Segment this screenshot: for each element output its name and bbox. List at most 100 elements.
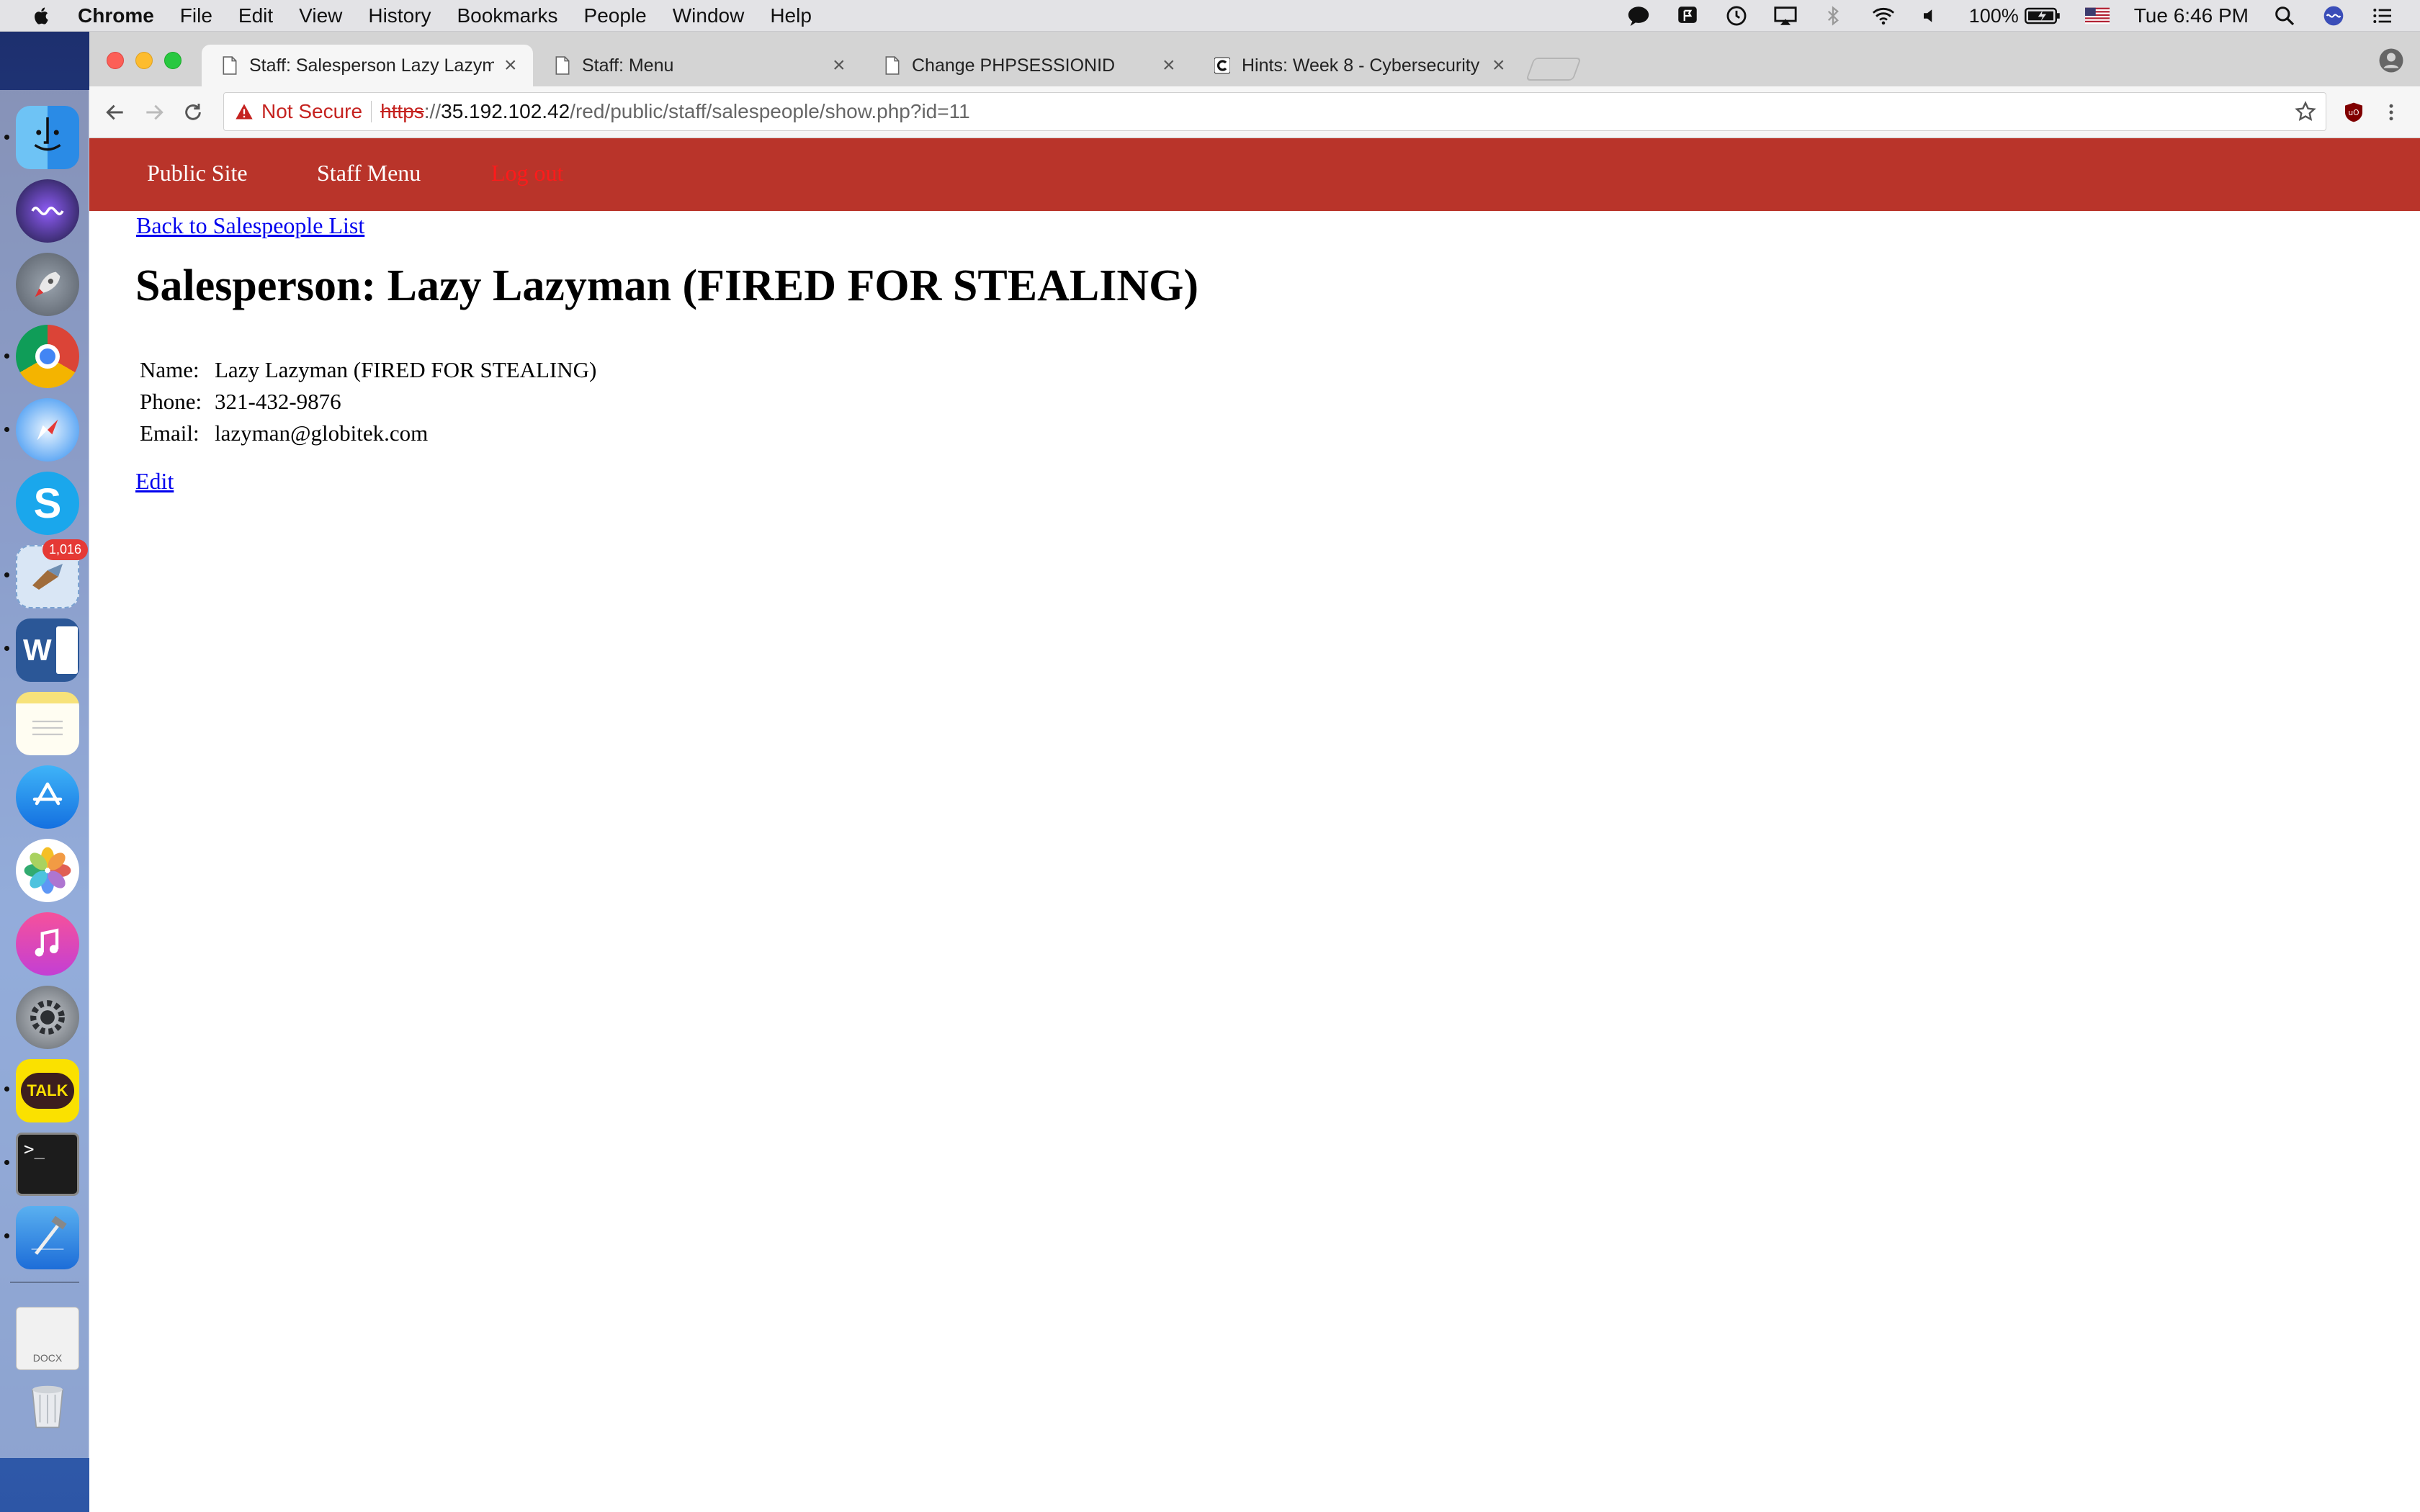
music-icon[interactable]: [16, 912, 79, 976]
app-store-icon[interactable]: [16, 765, 79, 829]
svg-text:uO: uO: [2348, 108, 2359, 117]
terminal-icon[interactable]: >_: [16, 1133, 79, 1196]
tab-title: Staff: Menu: [582, 55, 674, 76]
notification-center-icon[interactable]: [2371, 4, 2396, 28]
photos-icon[interactable]: [16, 839, 79, 902]
browser-toolbar: Not Secure https://35.192.102.42/red/pub…: [89, 86, 2420, 138]
siri-icon[interactable]: [16, 179, 79, 243]
email-label: Email:: [140, 420, 200, 446]
tab-hints[interactable]: Hints: Week 8 - Cybersecurity ×: [1194, 45, 1515, 86]
staff-menu-link[interactable]: Staff Menu: [317, 160, 421, 186]
dock-running-dot: [4, 572, 9, 577]
tab-salesperson[interactable]: Staff: Salesperson Lazy Lazym ×: [202, 45, 533, 86]
battery-icon[interactable]: [2024, 6, 2061, 25]
apple-icon[interactable]: [27, 1, 56, 30]
profile-icon[interactable]: [2378, 48, 2404, 73]
menu-help[interactable]: Help: [770, 4, 812, 27]
mail-icon[interactable]: 1,016: [16, 539, 88, 608]
dock: S 1,016 W TALK >_ DOCX: [0, 90, 89, 1458]
attribute-row-email: Email: lazyman@globitek.com: [140, 418, 596, 449]
url-scheme-separator: ://: [424, 100, 442, 122]
zoom-window-button[interactable]: [164, 52, 182, 69]
address-separator: [371, 101, 372, 122]
tab-strip: Staff: Salesperson Lazy Lazym × Staff: M…: [89, 32, 2420, 86]
document-stack-label: DOCX: [32, 1352, 63, 1364]
public-site-link[interactable]: Public Site: [147, 160, 248, 186]
back-arrow-icon[interactable]: [99, 96, 131, 128]
hammer-icon[interactable]: [16, 1206, 79, 1269]
back-to-salespeople-link[interactable]: Back to Salespeople List: [136, 212, 364, 239]
salesperson-attributes: Name: Lazy Lazyman (FIRED FOR STEALING) …: [140, 354, 596, 449]
close-icon[interactable]: ×: [833, 53, 846, 78]
volume-icon[interactable]: [1920, 4, 1945, 28]
codepath-favicon-icon: [1214, 57, 1230, 74]
finder-icon[interactable]: [16, 106, 79, 169]
not-secure-label[interactable]: Not Secure: [261, 100, 362, 123]
notes-icon[interactable]: [16, 692, 79, 755]
close-icon[interactable]: ×: [504, 53, 517, 78]
compass-icon[interactable]: [16, 398, 79, 462]
document-stack-icon[interactable]: DOCX: [16, 1307, 79, 1370]
forward-arrow-icon[interactable]: [138, 96, 170, 128]
close-icon[interactable]: ×: [1162, 53, 1175, 78]
close-icon[interactable]: ×: [1492, 53, 1505, 78]
logout-link[interactable]: Log out: [491, 160, 563, 186]
spotlight-search-icon[interactable]: [2273, 4, 2298, 28]
tab-change-phpsessionid[interactable]: Change PHPSESSIONID ×: [864, 45, 1186, 86]
menu-window[interactable]: Window: [673, 4, 745, 27]
kebab-menu-icon[interactable]: [2377, 98, 2406, 127]
url-scheme: https: [380, 100, 424, 122]
dock-running-dot: [4, 135, 9, 140]
menu-history[interactable]: History: [368, 4, 431, 27]
reload-icon[interactable]: [177, 96, 209, 128]
tab-title: Hints: Week 8 - Cybersecurity: [1242, 55, 1480, 76]
us-flag-icon[interactable]: [2084, 7, 2110, 24]
gear-icon[interactable]: [16, 986, 79, 1049]
tab-staff-menu[interactable]: Staff: Menu ×: [534, 45, 856, 86]
word-icon[interactable]: W: [16, 618, 79, 682]
phone-label: Phone:: [140, 389, 202, 414]
talk-icon[interactable]: TALK: [16, 1059, 79, 1122]
chrome-icon[interactable]: [16, 325, 79, 388]
close-window-button[interactable]: [107, 52, 124, 69]
attribute-row-phone: Phone: 321-432-9876: [140, 386, 596, 418]
siri-menu-icon[interactable]: [2322, 4, 2347, 28]
menu-edit[interactable]: Edit: [238, 4, 273, 27]
dock-running-dot: [4, 1160, 9, 1165]
airplay-icon[interactable]: [1773, 4, 1798, 28]
bookmark-star-icon[interactable]: [2294, 100, 2317, 123]
new-tab-button[interactable]: [1525, 58, 1582, 81]
menu-view[interactable]: View: [299, 4, 342, 27]
bluetooth-icon[interactable]: [1822, 4, 1847, 28]
url-path: /red/public/staff/salespeople/show.php?i…: [570, 100, 970, 122]
time-machine-icon[interactable]: [1724, 4, 1749, 28]
trash-icon[interactable]: [16, 1373, 79, 1436]
page-icon: [555, 56, 570, 75]
dock-running-dot: [4, 1086, 9, 1092]
clock[interactable]: Tue 6:46 PM: [2134, 4, 2249, 27]
menu-app-name[interactable]: Chrome: [78, 4, 154, 27]
name-label: Name:: [140, 357, 200, 382]
flag-icon[interactable]: [1675, 4, 1700, 28]
menu-bookmarks[interactable]: Bookmarks: [457, 4, 557, 27]
name-value: Lazy Lazyman (FIRED FOR STEALING): [215, 357, 597, 382]
address-bar[interactable]: Not Secure https://35.192.102.42/red/pub…: [223, 92, 2326, 131]
phone-value: 321-432-9876: [215, 389, 341, 414]
menu-bar: Chrome File Edit View History Bookmarks …: [0, 0, 2420, 32]
skype-icon[interactable]: S: [16, 472, 79, 535]
dock-running-dot: [4, 427, 9, 432]
chat-bubble-icon[interactable]: [1626, 4, 1651, 28]
talk-icon-label: TALK: [21, 1073, 74, 1109]
rocket-icon[interactable]: [16, 253, 79, 316]
battery-percent[interactable]: 100%: [1969, 5, 2019, 27]
menu-file[interactable]: File: [180, 4, 212, 27]
dock-separator: [10, 1282, 79, 1283]
url-host: 35.192.102.42: [441, 100, 570, 122]
warning-icon: [236, 104, 253, 120]
edit-link[interactable]: Edit: [135, 468, 174, 495]
dock-running-dot: [4, 646, 9, 651]
minimize-window-button[interactable]: [135, 52, 153, 69]
ublock-origin-icon[interactable]: uO: [2339, 98, 2368, 127]
menu-people[interactable]: People: [584, 4, 647, 27]
wifi-icon[interactable]: [1871, 4, 1896, 28]
